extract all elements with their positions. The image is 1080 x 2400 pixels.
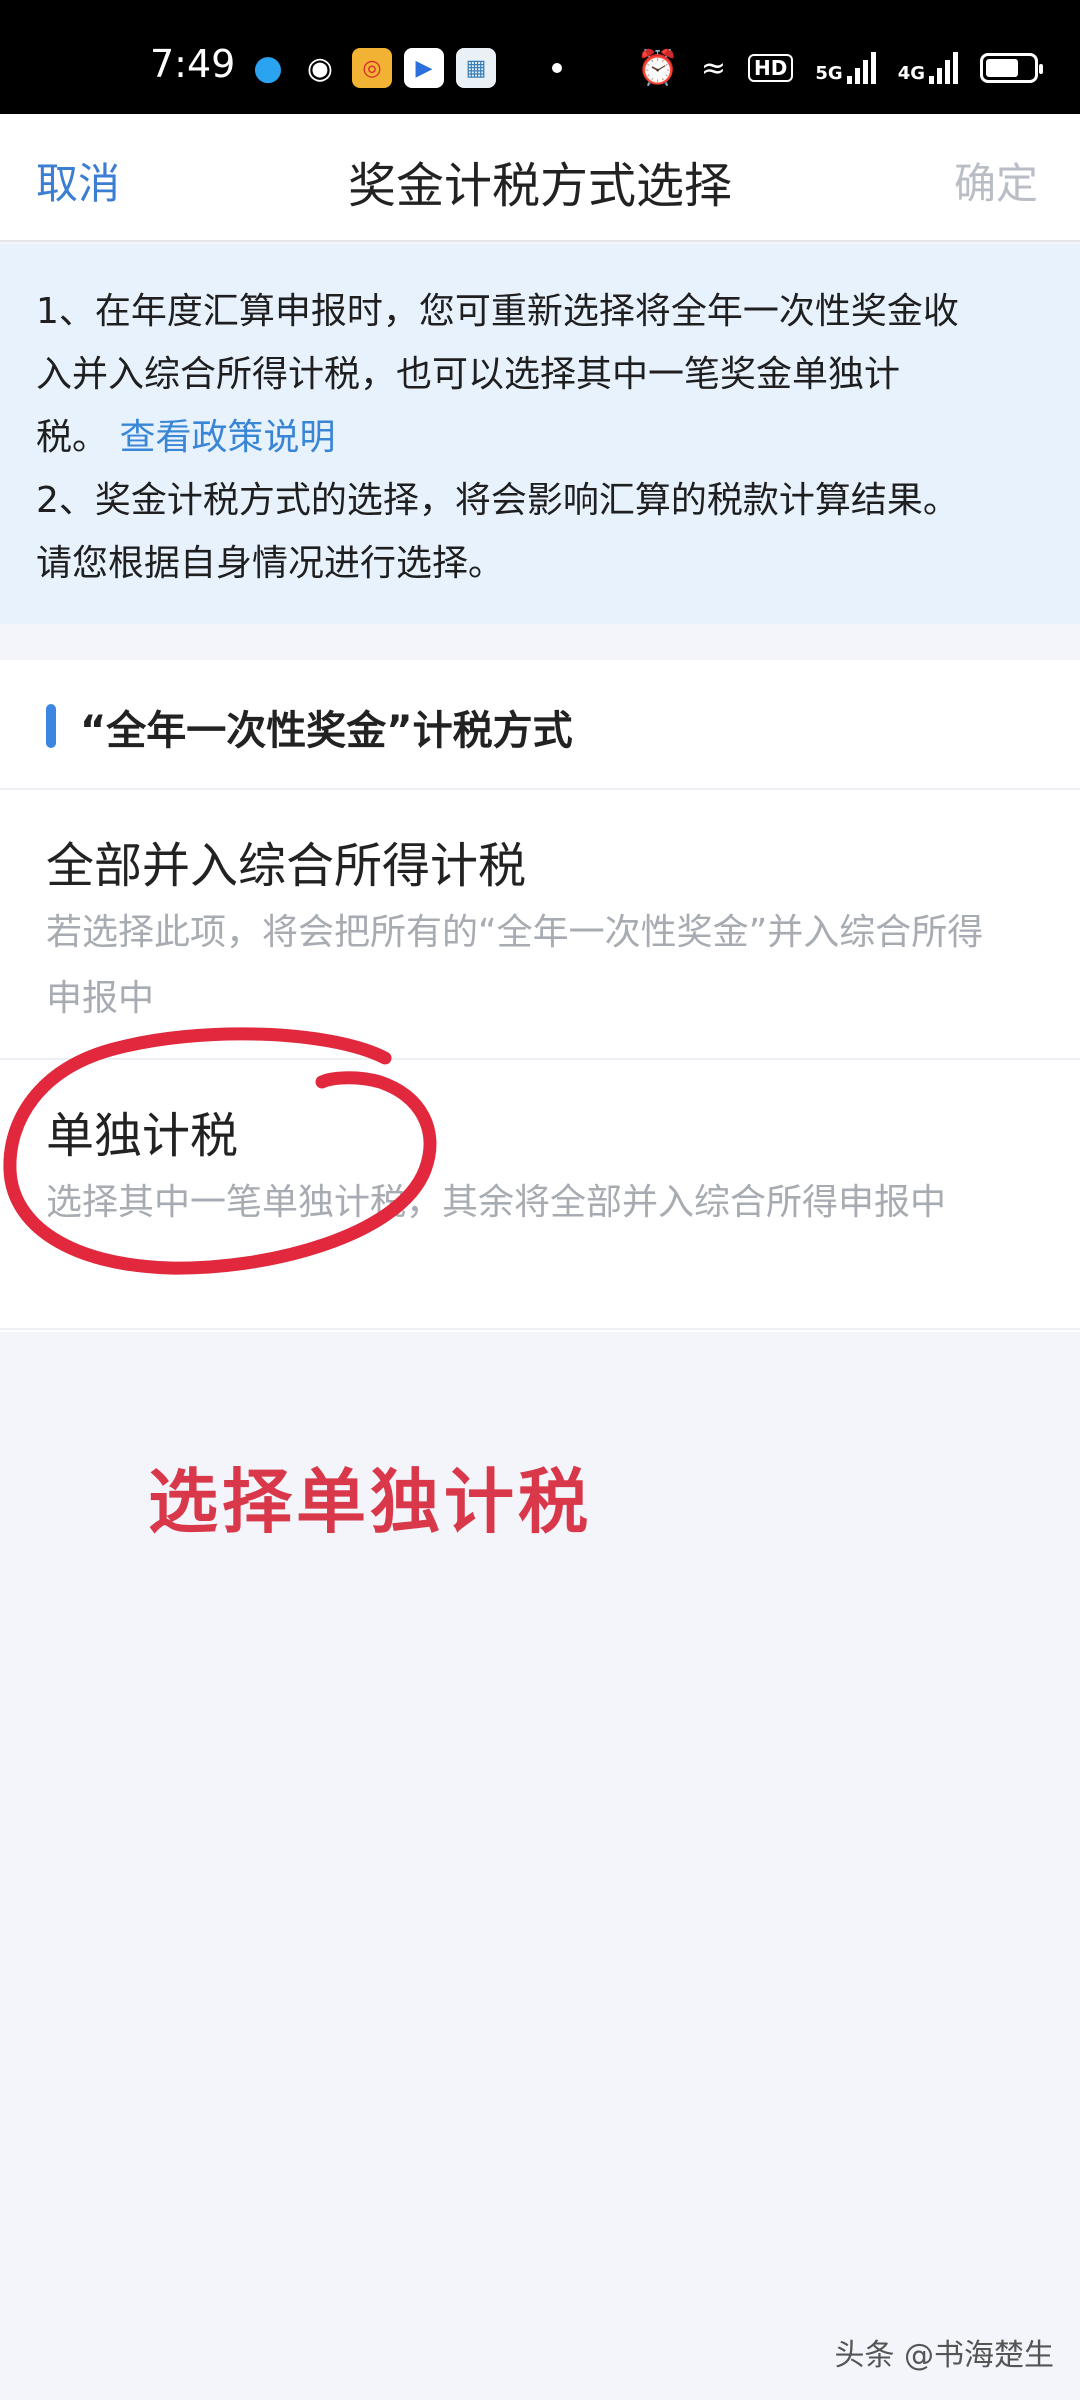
option-separate-tax[interactable]: 单独计税 选择其中一笔单独计税，其余将全部并入综合所得申报中 — [0, 1060, 1080, 1330]
wechat-icon: ◉ — [306, 50, 334, 86]
cube-app-icon: ▦ — [456, 48, 496, 88]
option-description: 选择其中一笔单独计税，其余将全部并入综合所得申报中 — [46, 1182, 947, 1223]
nav-bar: 取消 奖金计税方式选择 确定 — [0, 114, 1080, 242]
section-title: “全年一次性奖金”计税方式 — [80, 708, 573, 754]
info-line: 税。 查看政策说明 — [36, 406, 1044, 469]
option-merge-all[interactable]: 全部并入综合所得计税 若选择此项，将会把所有的“全年一次性奖金”并入综合所得申报… — [0, 790, 1080, 1060]
confirm-button[interactable]: 确定 — [954, 150, 1038, 211]
system-icons: ⏰ ≈ HD 5G 4G — [636, 48, 1043, 88]
section-header: “全年一次性奖金”计税方式 — [0, 660, 1080, 790]
info-notice: 1、在年度汇算申报时，您可重新选择将全年一次性奖金收 入并入综合所得计税，也可以… — [0, 244, 1080, 624]
app-icon: ▶ — [404, 48, 444, 88]
wifi-icon: ≈ — [700, 50, 727, 86]
network-label-5g: 5G — [815, 63, 843, 84]
more-notifications-dot-icon — [552, 63, 562, 73]
signal-4g-icon: 4G — [898, 52, 958, 84]
status-time: 7:49 — [150, 42, 236, 86]
option-label: 全部并入综合所得计税 — [46, 838, 527, 894]
info-line: 请您根据自身情况进行选择。 — [36, 543, 505, 584]
info-line: 1、在年度汇算申报时，您可重新选择将全年一次性奖金收 — [36, 291, 959, 332]
page-title: 奖金计税方式选择 — [347, 158, 732, 214]
battery-icon — [980, 53, 1043, 83]
signal-5g-icon: 5G — [815, 52, 876, 84]
policy-link[interactable]: 查看政策说明 — [119, 417, 335, 458]
status-bar: 7:49 ● ◉ ◎ ▶ ▦ ⏰ ≈ HD 5G 4G — [0, 0, 1080, 114]
info-line: 2、奖金计税方式的选择，将会影响汇算的税款计算结果。 — [36, 480, 959, 521]
weibo-icon: ◎ — [352, 48, 392, 88]
info-line: 入并入综合所得计税，也可以选择其中一笔奖金单独计 — [36, 354, 901, 395]
section-accent-bar — [46, 704, 56, 748]
notification-icons: ● ◉ ◎ ▶ ▦ — [248, 48, 562, 88]
option-label: 单独计税 — [46, 1108, 239, 1164]
annotation-text: 选择单独计税 — [148, 1461, 592, 1543]
tax-method-card: “全年一次性奖金”计税方式 全部并入综合所得计税 若选择此项，将会把所有的“全年… — [0, 660, 1080, 1332]
watermark: 头条 @书海楚生 — [834, 2338, 1054, 2373]
option-description: 若选择此项，将会把所有的“全年一次性奖金”并入综合所得申报中 — [46, 912, 984, 1019]
qq-icon: ● — [253, 48, 283, 88]
network-label-4g: 4G — [897, 63, 925, 84]
hd-voice-icon: HD — [748, 54, 794, 82]
alarm-icon: ⏰ — [636, 48, 679, 88]
info-line-prefix: 税。 — [36, 417, 109, 458]
